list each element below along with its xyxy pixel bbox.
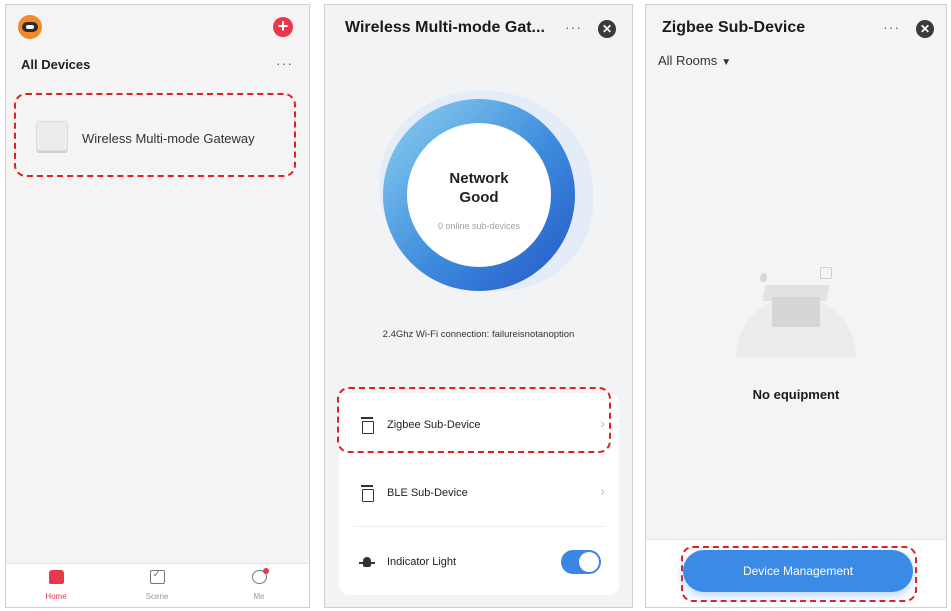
indicator-light-label: Indicator Light: [387, 556, 457, 568]
user-icon: [251, 568, 269, 584]
bottom-tab-bar: Home Scene Me: [6, 563, 309, 607]
empty-state-text: No equipment: [752, 387, 840, 402]
gateway-options-list: Zigbee Sub-Device › BLE Sub-Device › Ind…: [337, 387, 619, 596]
ble-hub-icon: [361, 485, 374, 502]
bottom-action-bar: Device Management: [646, 539, 946, 607]
ble-sub-device-label: BLE Sub-Device: [387, 487, 468, 499]
drop-icon: [760, 273, 767, 282]
rooms-filter-dropdown[interactable]: All Rooms ▼: [658, 53, 731, 68]
tab-home[interactable]: Home: [36, 570, 76, 604]
home-header: +: [6, 5, 309, 45]
page-title: Wireless Multi-mode Gat...: [345, 19, 545, 36]
indicator-light-row: Indicator Light: [339, 530, 619, 596]
all-devices-title: All Devices: [21, 57, 91, 72]
tab-me-label: Me: [253, 592, 265, 601]
home-screen: + All Devices ··· Wireless Multi-mode Ga…: [5, 4, 310, 608]
device-management-button[interactable]: Device Management: [683, 550, 913, 592]
close-button[interactable]: ✕: [598, 20, 616, 38]
home-icon: [48, 570, 64, 584]
network-status-text: Network Good: [407, 169, 551, 207]
device-card-gateway[interactable]: Wireless Multi-mode Gateway: [14, 93, 296, 177]
network-status-ring: Network Good 0 online sub-devices: [383, 99, 575, 291]
divider: [353, 526, 605, 527]
socket-icon: [820, 267, 832, 279]
online-sub-devices-count: 0 online sub-devices: [437, 221, 521, 231]
bulb-icon: [359, 555, 375, 571]
chevron-right-icon: ›: [600, 415, 605, 431]
gateway-screen: Wireless Multi-mode Gat... ··· ✕ Network…: [324, 4, 633, 608]
more-options-button[interactable]: ···: [565, 19, 582, 35]
zigbee-hub-icon: [361, 417, 374, 434]
tab-home-label: Home: [45, 592, 67, 601]
tutorial-composite: + All Devices ··· Wireless Multi-mode Ga…: [0, 0, 951, 611]
caret-down-icon: ▼: [721, 57, 732, 68]
scene-check-icon: [149, 569, 165, 584]
more-options-button[interactable]: ···: [883, 19, 900, 35]
zigbee-screen: Zigbee Sub-Device ··· ✕ All Rooms ▼ No eq…: [645, 4, 947, 608]
notification-dot: [262, 568, 269, 574]
add-device-button[interactable]: +: [273, 17, 293, 37]
gateway-device-icon: [36, 121, 68, 151]
ble-sub-device-row[interactable]: BLE Sub-Device ›: [339, 461, 619, 527]
indicator-light-toggle[interactable]: [561, 550, 601, 574]
open-box: [772, 297, 820, 327]
tab-me[interactable]: Me: [239, 568, 279, 604]
more-options-button[interactable]: ···: [276, 55, 293, 71]
network-status-line1: Network: [449, 170, 509, 187]
zigbee-sub-device-row[interactable]: Zigbee Sub-Device ›: [337, 387, 619, 459]
network-status-center: Network Good 0 online sub-devices: [407, 123, 551, 267]
wifi-connection-info: 2.4Ghz Wi-Fi connection: failureisnotano…: [382, 329, 575, 340]
robot-logo-icon: [18, 15, 42, 39]
empty-box-icon: [736, 267, 856, 357]
network-status-line2: Good: [459, 189, 499, 206]
device-name: Wireless Multi-mode Gateway: [82, 131, 255, 146]
chevron-right-icon: ›: [600, 483, 605, 499]
page-title: Zigbee Sub-Device: [662, 19, 806, 36]
tab-scene-label: Scene: [145, 592, 169, 601]
zigbee-sub-device-label: Zigbee Sub-Device: [387, 419, 481, 431]
rooms-filter-label: All Rooms: [658, 53, 718, 68]
tab-scene[interactable]: Scene: [137, 569, 177, 604]
close-button[interactable]: ✕: [916, 20, 934, 38]
